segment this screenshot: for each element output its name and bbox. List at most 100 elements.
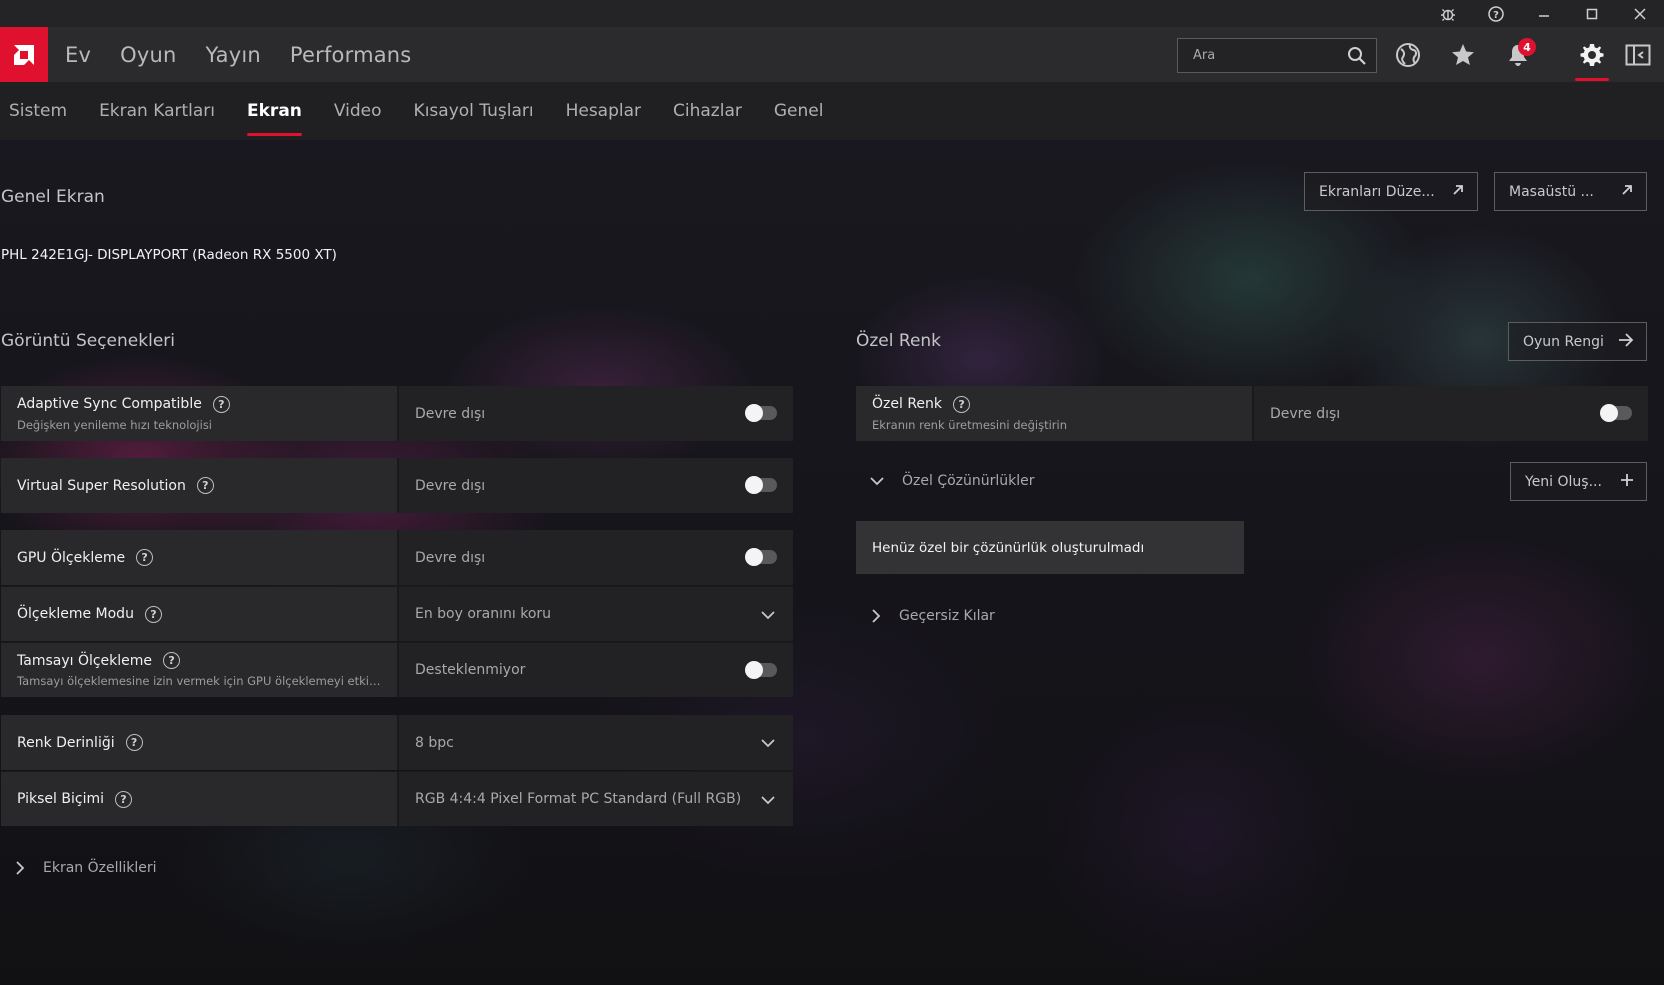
setting-value: Devre dışı <box>1270 405 1341 422</box>
help-icon[interactable]: ? <box>196 477 214 494</box>
adaptive-sync-toggle[interactable] <box>745 404 777 422</box>
overrides-expander[interactable]: Geçersiz Kılar <box>872 608 995 624</box>
help-icon[interactable]: ? <box>953 395 971 413</box>
chevron-right-icon <box>872 609 881 623</box>
amd-logo-icon[interactable] <box>0 27 48 82</box>
game-color-label: Oyun Rengi <box>1523 333 1604 350</box>
custom-color-row: Özel Renk? Ekranın renk üretmesini değiş… <box>856 386 1648 441</box>
setting-label: Virtual Super Resolution <box>17 477 186 494</box>
help-icon[interactable]: ? <box>212 395 230 413</box>
no-custom-resolutions-message: Henüz özel bir çözünürlük oluşturulmadı <box>856 521 1244 574</box>
setting-value: 8 bpc <box>415 734 454 751</box>
search-input[interactable] <box>1193 48 1343 63</box>
help-icon[interactable]: ? <box>136 549 154 566</box>
display-specs-expander[interactable]: Ekran Özellikleri <box>16 860 157 876</box>
game-color-button[interactable]: Oyun Rengi <box>1508 322 1647 361</box>
maximize-icon[interactable] <box>1568 0 1616 27</box>
create-new-label: Yeni Oluş... <box>1525 473 1602 490</box>
setting-label: Renk Derinliği <box>17 734 115 751</box>
scaling-mode-row[interactable]: Ölçekleme Modu? En boy oranını koru <box>1 586 793 641</box>
settings-tabs: Sistem Ekran Kartları Ekran Video Kısayo… <box>0 82 1664 140</box>
adaptive-sync-row: Adaptive Sync Compatible? Değişken yenil… <box>1 386 793 441</box>
setting-label: Tamsayı Ölçekleme <box>17 652 153 669</box>
help-icon[interactable]: ? <box>125 734 143 751</box>
pixel-format-row[interactable]: Piksel Biçimi? RGB 4:4:4 Pixel Format PC… <box>1 771 793 826</box>
close-icon[interactable] <box>1616 0 1664 27</box>
help-icon[interactable]: ? <box>115 790 132 808</box>
setting-label: Piksel Biçimi <box>17 791 104 807</box>
display-specs-label: Ekran Özellikleri <box>43 860 157 876</box>
custom-resolutions-expander[interactable]: Özel Çözünürlükler <box>870 473 1035 489</box>
search-box[interactable] <box>1177 38 1377 73</box>
monitor-name: PHL 242E1GJ- DISPLAYPORT (Radeon RX 5500… <box>1 247 337 263</box>
setting-value: Devre dışı <box>415 549 486 566</box>
setting-value: Desteklenmiyor <box>415 662 526 678</box>
gpu-scaling-toggle[interactable] <box>745 548 777 566</box>
main-nav: Ev Oyun Yayın Performans 4 <box>0 27 1664 82</box>
search-icon[interactable] <box>1347 46 1367 70</box>
nav-gaming[interactable]: Oyun <box>120 43 176 67</box>
help-icon[interactable]: ? <box>1472 0 1520 27</box>
tab-accounts[interactable]: Hesaplar <box>566 82 641 140</box>
tab-general[interactable]: Genel <box>774 82 824 140</box>
bug-report-icon[interactable] <box>1424 0 1472 27</box>
page-title: Genel Ekran <box>1 187 105 207</box>
color-depth-dropdown[interactable]: 8 bpc <box>397 715 793 770</box>
setting-label: Özel Renk <box>872 396 943 412</box>
pixel-format-dropdown[interactable]: RGB 4:4:4 Pixel Format PC Standard (Full… <box>397 772 793 826</box>
configure-displays-button[interactable]: Ekranları Düze... <box>1304 172 1478 211</box>
settings-gear-icon[interactable] <box>1574 37 1610 73</box>
setting-value: En boy oranını koru <box>415 606 552 622</box>
setting-description: Tamsayı ölçeklemesine izin vermek için G… <box>17 674 387 688</box>
tab-video[interactable]: Video <box>334 82 382 140</box>
gpu-scaling-row: GPU Ölçekleme? Devre dışı <box>1 530 793 585</box>
tab-display[interactable]: Ekran <box>247 82 302 140</box>
arrow-right-icon <box>1618 333 1634 351</box>
custom-color-toggle[interactable] <box>1600 404 1632 422</box>
setting-label: GPU Ölçekleme <box>17 549 126 566</box>
color-depth-row[interactable]: Renk Derinliği? 8 bpc <box>1 715 793 770</box>
setting-value: Devre dışı <box>415 405 486 422</box>
notifications-bell-icon[interactable]: 4 <box>1500 37 1536 73</box>
external-link-icon <box>1451 183 1465 201</box>
help-icon[interactable]: ? <box>163 652 181 669</box>
setting-description: Ekranın renk üretmesini değiştirin <box>872 417 1068 432</box>
star-icon[interactable] <box>1445 37 1481 73</box>
external-link-icon <box>1620 183 1634 201</box>
setting-value: Devre dışı <box>415 477 486 494</box>
minimize-icon[interactable] <box>1520 0 1568 27</box>
scaling-mode-dropdown[interactable]: En boy oranını koru <box>397 587 793 641</box>
nav-home[interactable]: Ev <box>65 43 91 67</box>
chevron-down-icon <box>761 793 775 809</box>
nav-performance[interactable]: Performans <box>290 43 412 67</box>
vsr-toggle[interactable] <box>745 476 777 494</box>
setting-value: RGB 4:4:4 Pixel Format PC Standard (Full… <box>415 791 742 807</box>
settings-active-indicator <box>1575 78 1609 81</box>
help-icon[interactable]: ? <box>144 605 162 623</box>
setting-label: Adaptive Sync Compatible <box>17 396 202 412</box>
integer-scaling-row: Tamsayı Ölçekleme? Tamsayı ölçeklemesine… <box>1 642 793 697</box>
overrides-label: Geçersiz Kılar <box>899 608 995 624</box>
display-options-title: Görüntü Seçenekleri <box>1 331 175 351</box>
tab-system[interactable]: Sistem <box>9 82 67 140</box>
configure-displays-label: Ekranları Düze... <box>1319 183 1435 200</box>
display-settings-content: Genel Ekran Ekranları Düze... Masaüstü .… <box>0 140 1664 985</box>
tab-graphics[interactable]: Ekran Kartları <box>99 82 215 140</box>
nav-streaming[interactable]: Yayın <box>206 43 261 67</box>
integer-scaling-toggle[interactable] <box>745 661 777 679</box>
chevron-down-icon <box>870 476 884 486</box>
setting-label: Ölçekleme Modu <box>17 606 134 622</box>
desktop-label: Masaüstü ... <box>1509 183 1594 200</box>
notification-badge: 4 <box>1518 38 1536 56</box>
tab-devices[interactable]: Cihazlar <box>673 82 742 140</box>
create-new-button[interactable]: Yeni Oluş... <box>1510 462 1647 501</box>
globe-icon[interactable] <box>1390 37 1426 73</box>
svg-text:?: ? <box>1493 10 1499 21</box>
chevron-down-icon <box>761 608 775 624</box>
desktop-button[interactable]: Masaüstü ... <box>1494 172 1647 211</box>
tab-hotkeys[interactable]: Kısayol Tuşları <box>414 82 534 140</box>
setting-description: Değişken yenileme hızı teknolojisi <box>17 417 213 432</box>
chevron-right-icon <box>16 861 25 875</box>
custom-color-title: Özel Renk <box>856 331 942 351</box>
sidebar-toggle-icon[interactable] <box>1620 37 1656 73</box>
